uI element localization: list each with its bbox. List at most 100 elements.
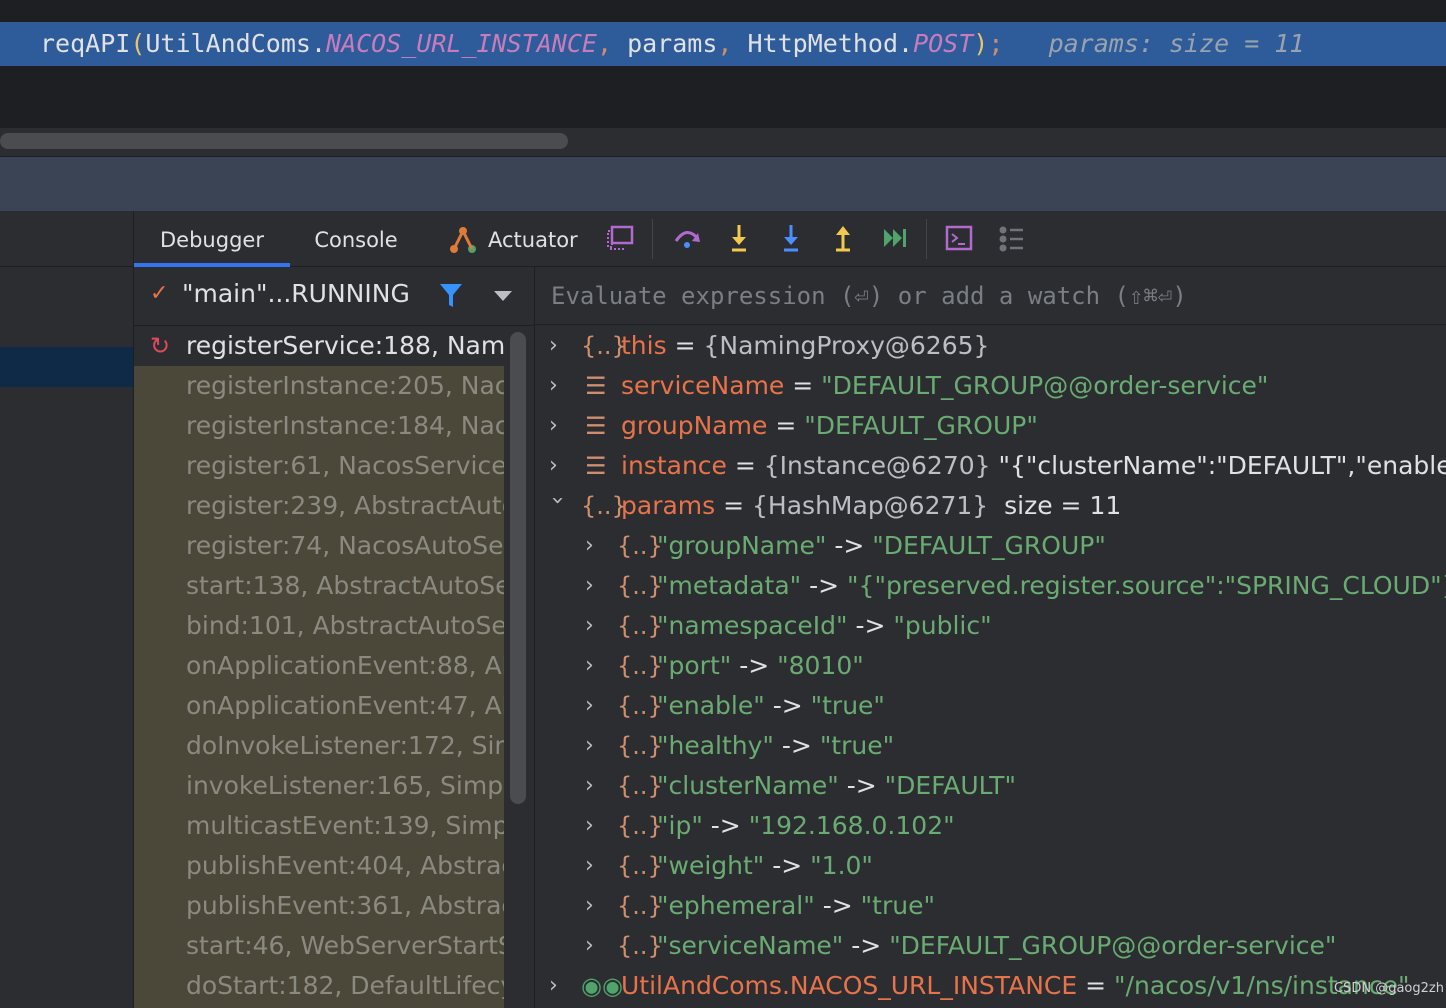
entry-arrow: ->	[855, 611, 886, 640]
evaluate-expression-icon[interactable]	[944, 223, 974, 253]
watermark: CSDN @gaog2zh	[1334, 981, 1444, 996]
entry-key: "namespaceId"	[657, 611, 848, 640]
current-execution-line[interactable]: reqAPI(UtilAndComs.NACOS_URL_INSTANCE, p…	[0, 22, 1446, 66]
step-into-icon[interactable]	[724, 223, 754, 253]
chevron-right-icon[interactable]: ›	[585, 806, 605, 846]
frame-label: doInvokeListener:172, SimpleApplicationE…	[186, 731, 504, 760]
code-params: params	[627, 29, 718, 58]
chevron-right-icon[interactable]: ›	[549, 326, 569, 366]
code-field: NACOS_URL_INSTANCE	[326, 29, 597, 58]
chevron-right-icon[interactable]: ›	[585, 606, 605, 646]
frames-scroll-thumb[interactable]	[510, 332, 526, 804]
stack-frame[interactable]: register:239, AbstractAutoServiceRegistr…	[134, 486, 504, 526]
entry-key: "groupName"	[657, 531, 827, 560]
chevron-down-icon[interactable]: ›	[537, 496, 577, 516]
code-method: reqAPI	[40, 29, 131, 58]
map-entry-icon: {..}	[617, 772, 663, 800]
object-icon: {..}	[581, 332, 627, 360]
stack-frame[interactable]: registerInstance:184, NacosNamingService	[134, 406, 504, 446]
step-out-icon[interactable]	[828, 223, 858, 253]
chevron-right-icon[interactable]: ›	[549, 366, 569, 406]
entry-arrow: ->	[834, 531, 865, 560]
frames-list[interactable]: ↻ registerService:188, NamingProxy registe…	[134, 326, 504, 1008]
stack-frame[interactable]: bind:101, AbstractAutoServiceRegistratio…	[134, 606, 504, 646]
check-icon: ✓	[150, 281, 169, 306]
watch-glasses-icon: ◉◉	[581, 972, 623, 1000]
frame-label: publishEvent:361, AbstractApplicationCon…	[186, 891, 504, 920]
frame-label: onApplicationEvent:47, AbstractAutoServi…	[186, 691, 504, 720]
tab-console[interactable]: Console	[294, 211, 418, 266]
frame-label: registerService:188, NamingProxy	[186, 331, 504, 360]
stack-frame[interactable]: doInvokeListener:172, SimpleApplicationE…	[134, 726, 504, 766]
stack-frame[interactable]: onApplicationEvent:47, AbstractAutoServi…	[134, 686, 504, 726]
tab-debugger[interactable]: Debugger	[134, 211, 290, 266]
frame-label: bind:101, AbstractAutoServiceRegistratio…	[186, 611, 504, 640]
tool-window-header	[0, 156, 1446, 212]
run-to-cursor-icon[interactable]	[880, 223, 910, 253]
map-entry-icon: {..}	[617, 892, 663, 920]
map-entry-icon: {..}	[617, 612, 663, 640]
chevron-right-icon[interactable]: ›	[585, 686, 605, 726]
code-enum: HttpMethod	[747, 29, 898, 58]
stack-frame[interactable]: start:138, AbstractAutoServiceRegistrati…	[134, 566, 504, 606]
stack-frame[interactable]: multicastEvent:139, SimpleApplicationEve…	[134, 806, 504, 846]
force-step-into-icon[interactable]	[776, 223, 806, 253]
editor-area[interactable]	[0, 66, 1446, 128]
stack-frame[interactable]: registerInstance:205, NacosNamingService	[134, 366, 504, 406]
chevron-right-icon[interactable]: ›	[585, 566, 605, 606]
chevron-right-icon[interactable]: ›	[585, 766, 605, 806]
entry-value: "{"preserved.register.source":"SPRING_CL…	[847, 571, 1446, 600]
view-breakpoints-icon[interactable]	[996, 223, 1026, 253]
entry-value: "DEFAULT_GROUP"	[872, 531, 1106, 560]
stack-frame[interactable]: start:46, WebServerStartStopLifecycle	[134, 926, 504, 966]
chevron-right-icon[interactable]: ›	[549, 446, 569, 486]
chevron-right-icon[interactable]: ›	[585, 926, 605, 966]
stack-frame[interactable]: invokeListener:165, SimpleApplicationEve…	[134, 766, 504, 806]
map-entry-icon: {..}	[617, 652, 663, 680]
frame-label: registerInstance:205, NacosNamingService	[186, 371, 504, 400]
editor-scroll-thumb[interactable]	[0, 133, 568, 149]
entry-arrow: ->	[809, 571, 840, 600]
left-gutter	[0, 211, 134, 1008]
map-entry-icon: {..}	[617, 812, 663, 840]
parameter-icon: ☰	[585, 372, 607, 400]
debug-toolbar: Debugger Console Actuator	[134, 211, 1446, 267]
map-entry-icon: {..}	[617, 572, 663, 600]
stack-frame[interactable]: publishEvent:404, AbstractApplicationCon…	[134, 846, 504, 886]
entry-value: "true"	[819, 731, 895, 760]
entry-arrow: ->	[739, 651, 770, 680]
stack-frame[interactable]: ↻ registerService:188, NamingProxy	[134, 326, 504, 366]
show-execution-point-icon[interactable]	[606, 223, 636, 253]
chevron-right-icon[interactable]: ›	[549, 966, 569, 1006]
filter-icon[interactable]	[439, 283, 463, 309]
entry-key: "metadata"	[657, 571, 802, 600]
frame-label: register:74, NacosAutoServiceRegistratio…	[186, 531, 504, 560]
chevron-right-icon[interactable]: ›	[585, 646, 605, 686]
stack-frame[interactable]: publishEvent:361, AbstractApplicationCon…	[134, 886, 504, 926]
entry-key: "ip"	[657, 811, 703, 840]
chevron-down-icon[interactable]	[494, 291, 512, 301]
chevron-right-icon[interactable]: ›	[585, 526, 605, 566]
chevron-right-icon[interactable]: ›	[585, 846, 605, 886]
tab-actuator[interactable]: Actuator	[446, 211, 596, 266]
frame-label: register:239, AbstractAutoServiceRegistr…	[186, 491, 504, 520]
chevron-right-icon[interactable]: ›	[549, 406, 569, 446]
inline-debug-hint: params: size = 11	[1048, 29, 1305, 58]
gutter-divider	[0, 266, 133, 267]
step-over-icon[interactable]	[672, 223, 702, 253]
chevron-right-icon[interactable]: ›	[585, 726, 605, 766]
stack-frame[interactable]: onApplicationEvent:88, AbstractAutoServi…	[134, 646, 504, 686]
thread-selector[interactable]: ✓ "main"...RUNNING	[134, 267, 534, 326]
chevron-right-icon[interactable]: ›	[585, 886, 605, 926]
frame-label: onApplicationEvent:88, AbstractAutoServi…	[186, 651, 504, 680]
stack-frame[interactable]: register:74, NacosAutoServiceRegistratio…	[134, 526, 504, 566]
toolbar-separator	[926, 219, 927, 259]
stack-frame[interactable]: register:61, NacosServiceRegistry	[134, 446, 504, 486]
frame-label: register:61, NacosServiceRegistry	[186, 451, 504, 480]
evaluate-expression-input[interactable]: Evaluate expression (⏎) or add a watch (…	[535, 267, 1446, 325]
stack-frame[interactable]: doStart:182, DefaultLifecycleProcessor	[134, 966, 504, 1006]
entry-value: "true"	[860, 891, 935, 920]
frame-label: start:138, AbstractAutoServiceRegistrati…	[186, 571, 504, 600]
map-entry-icon: {..}	[617, 692, 663, 720]
object-icon: {..}	[581, 492, 627, 520]
